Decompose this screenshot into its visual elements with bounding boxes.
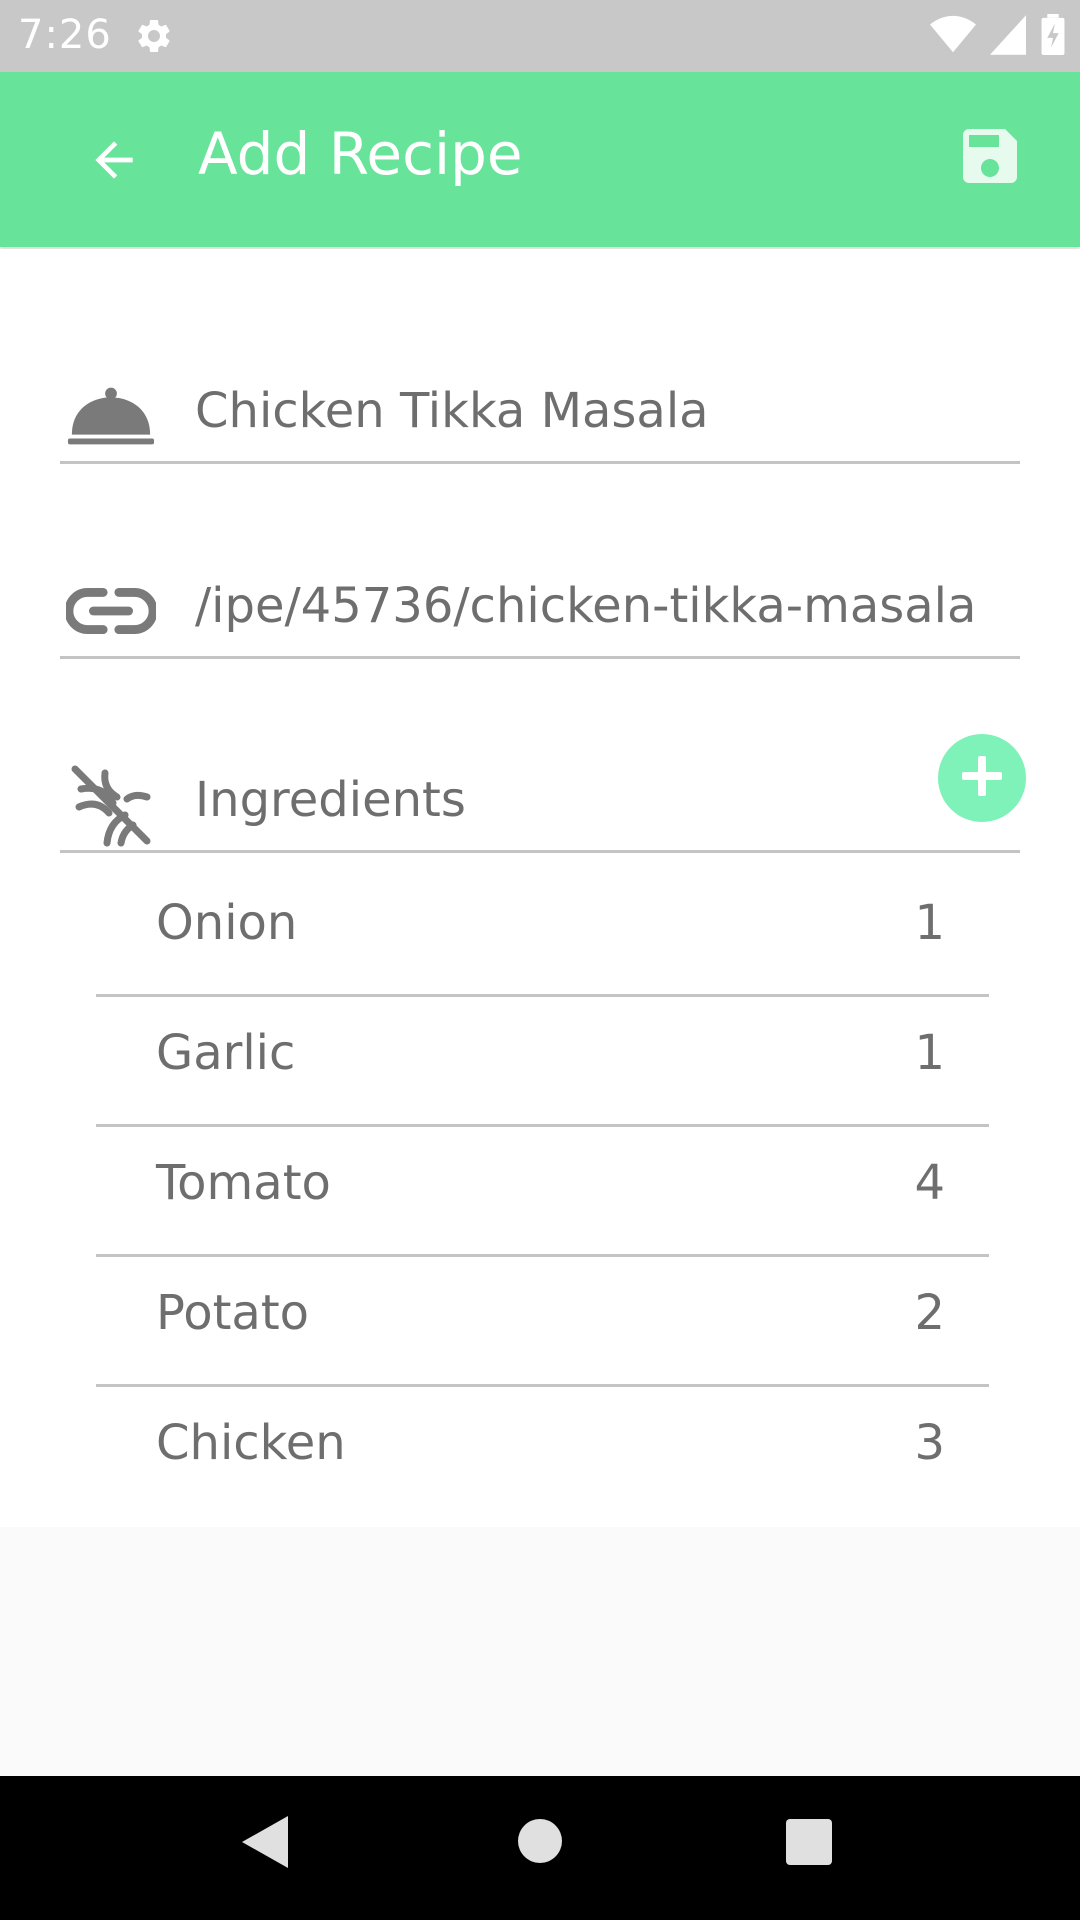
recipe-name-input[interactable]: Chicken Tikka Masala — [195, 383, 1020, 439]
link-icon — [66, 576, 156, 646]
ingredient-list[interactable]: Onion 1 Garlic 1 Tomato 4 Potato 2 Chick… — [96, 867, 989, 1467]
settings-icon — [134, 16, 174, 60]
no-food-icon — [66, 765, 156, 847]
ingredient-row[interactable]: Garlic 1 — [96, 997, 989, 1127]
nav-home-icon[interactable] — [518, 1819, 562, 1863]
ingredient-quantity: 1 — [914, 895, 945, 951]
recipe-name-field[interactable]: Chicken Tikka Masala — [60, 361, 1020, 464]
ingredient-name: Potato — [156, 1285, 310, 1341]
status-bar: 7:26 — [0, 0, 1080, 72]
ingredient-quantity: 3 — [914, 1415, 945, 1467]
ingredient-name: Garlic — [156, 1025, 296, 1081]
ingredient-row[interactable]: Potato 2 — [96, 1257, 989, 1387]
recipe-url-field[interactable]: ipe/45736/chicken-tikka-masala/ — [60, 556, 1020, 659]
ingredient-quantity: 1 — [914, 1025, 945, 1081]
app-bar: Add Recipe — [0, 72, 1080, 247]
ingredient-quantity: 2 — [914, 1285, 945, 1341]
ingredient-name: Tomato — [156, 1155, 331, 1211]
status-time: 7:26 — [18, 12, 112, 58]
ingredients-label: Ingredients — [195, 772, 466, 828]
save-icon[interactable] — [954, 120, 1026, 192]
recipe-form: Chicken Tikka Masala ipe/45736/chicken-t… — [0, 249, 1080, 1527]
plus-icon — [960, 754, 1004, 802]
recipe-url-input[interactable]: ipe/45736/chicken-tikka-masala/ — [195, 578, 1020, 634]
ingredients-header: Ingredients — [60, 750, 1020, 853]
arrow-back-icon[interactable] — [78, 124, 150, 196]
cloche-icon — [66, 381, 156, 451]
ingredient-name: Chicken — [156, 1415, 346, 1467]
ingredient-row[interactable]: Chicken 3 — [96, 1387, 989, 1467]
page-title: Add Recipe — [198, 120, 523, 188]
battery-charging-icon — [1040, 14, 1066, 60]
system-navigation-bar — [0, 1776, 1080, 1920]
ingredient-name: Onion — [156, 895, 298, 951]
ingredient-row[interactable]: Onion 1 — [96, 867, 989, 997]
ingredient-quantity: 4 — [914, 1155, 945, 1211]
signal-icon — [990, 15, 1026, 59]
add-ingredient-button[interactable] — [938, 734, 1026, 822]
nav-back-icon[interactable] — [242, 1816, 288, 1872]
wifi-icon — [930, 15, 976, 59]
ingredient-row[interactable]: Tomato 4 — [96, 1127, 989, 1257]
nav-recents-icon[interactable] — [786, 1819, 832, 1865]
